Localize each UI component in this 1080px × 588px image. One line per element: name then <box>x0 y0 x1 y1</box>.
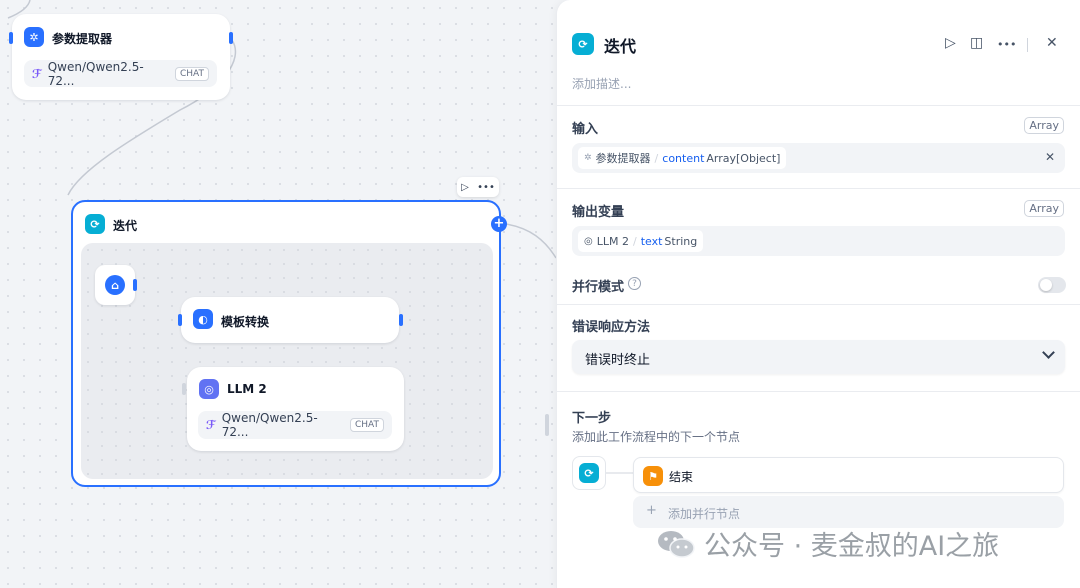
parallel-mode-toggle[interactable] <box>1038 277 1066 293</box>
error-handling-select[interactable]: 错误时终止 <box>572 340 1065 374</box>
panel-title[interactable]: 迭代 <box>604 33 636 57</box>
divider <box>557 391 1080 392</box>
home-icon: ⌂ <box>105 275 125 295</box>
template-node[interactable]: ◐ 模板转换 <box>181 297 399 343</box>
output-type-badge: Array <box>1024 200 1064 217</box>
split-view-icon[interactable]: ◫ <box>970 35 983 51</box>
param-extractor-model: ℱ Qwen/Qwen2.5-72... CHAT <box>24 59 217 88</box>
parallel-mode-label: 并行模式 <box>572 280 625 295</box>
input-variable-field[interactable]: ✲ 参数提取器 / content Array[Object] ✕ <box>572 143 1065 173</box>
iteration-start-node[interactable]: ⌂ <box>95 265 135 305</box>
param-extractor-node[interactable]: ✲ 参数提取器 ℱ Qwen/Qwen2.5-72... CHAT <box>12 14 230 100</box>
close-icon[interactable]: ✕ <box>1045 150 1055 164</box>
template-title: 模板转换 <box>221 315 270 329</box>
next-node-card[interactable]: ⚑ 结束 <box>633 457 1064 493</box>
chat-tag: CHAT <box>349 418 384 432</box>
param-extractor-in-handle[interactable] <box>9 32 13 44</box>
param-extractor-title: 参数提取器 <box>52 32 113 46</box>
help-icon[interactable]: ? <box>628 277 641 290</box>
panel-resize-handle[interactable] <box>545 414 549 436</box>
chat-tag: CHAT <box>174 66 209 81</box>
param-extractor-out-handle[interactable] <box>229 32 233 44</box>
divider <box>1027 38 1028 52</box>
next-step-label: 下一步 <box>572 411 612 426</box>
llm-icon: ◎ <box>199 379 219 399</box>
output-label: 输出变量 <box>572 205 625 220</box>
separator: / <box>654 151 659 165</box>
current-node-icon-box: ⟳ <box>572 456 606 490</box>
separator: / <box>632 234 637 248</box>
iteration-mini-toolbar: ▷ ••• <box>457 177 499 197</box>
next-step-connector <box>606 472 633 474</box>
plus-icon: + <box>646 503 657 518</box>
template-out-handle[interactable] <box>399 314 403 326</box>
more-icon[interactable]: ••• <box>997 38 1016 51</box>
add-parallel-label: 添加并行节点 <box>668 507 741 521</box>
source-node-name: LLM 2 <box>596 234 629 248</box>
divider <box>557 188 1080 189</box>
iteration-icon: ⟳ <box>85 214 105 234</box>
iteration-icon: ⟳ <box>572 33 594 55</box>
param-extractor-icon: ✲ <box>584 153 592 163</box>
model-provider-icon: ℱ <box>206 418 216 432</box>
play-icon[interactable]: ▷ <box>945 35 956 51</box>
llm-in-handle[interactable] <box>182 383 186 395</box>
end-icon: ⚑ <box>643 466 663 486</box>
workflow-canvas[interactable]: ✲ 参数提取器 ℱ Qwen/Qwen2.5-72... CHAT ▷ ••• … <box>0 0 556 588</box>
variable-name: text <box>640 234 663 248</box>
input-label: 输入 <box>572 122 599 137</box>
model-name: Qwen/Qwen2.5-72... <box>221 411 318 439</box>
iteration-icon: ⟳ <box>579 463 599 483</box>
variable-name: content <box>662 151 705 165</box>
output-variable-field[interactable]: ◎ LLM 2 / text String <box>572 226 1065 256</box>
llm-node[interactable]: ◎ LLM 2 ℱ Qwen/Qwen2.5-72... CHAT <box>187 367 404 451</box>
source-node-name: 参数提取器 <box>595 152 651 165</box>
template-icon: ◐ <box>193 309 213 329</box>
model-provider-icon: ℱ <box>32 66 42 81</box>
watermark: 公众号 · 麦金叔的AI之旅 <box>656 524 999 563</box>
llm-icon: ◎ <box>584 235 593 247</box>
error-handling-value: 错误时终止 <box>585 353 651 368</box>
variable-type: Array[Object] <box>706 151 781 165</box>
description-input[interactable]: 添加描述... <box>572 75 631 92</box>
divider <box>557 105 1080 106</box>
start-out-handle[interactable] <box>133 279 137 291</box>
next-node-name: 结束 <box>669 470 694 484</box>
error-handling-label: 错误响应方法 <box>572 320 651 335</box>
input-type-badge: Array <box>1024 117 1064 134</box>
play-icon[interactable]: ▷ <box>461 182 469 193</box>
chevron-down-icon <box>1042 346 1055 359</box>
wechat-icon <box>658 530 695 558</box>
param-extractor-icon: ✲ <box>24 27 44 47</box>
watermark-text: 公众号 · 麦金叔的AI之旅 <box>704 531 1000 562</box>
input-variable-chip: ✲ 参数提取器 / content Array[Object] <box>578 147 787 169</box>
model-name: Qwen/Qwen2.5-72... <box>47 59 144 88</box>
divider <box>557 304 1080 305</box>
variable-type: String <box>664 234 698 248</box>
output-variable-chip: ◎ LLM 2 / text String <box>578 230 704 252</box>
next-step-description: 添加此工作流程中的下一个节点 <box>572 430 741 444</box>
template-in-handle[interactable] <box>178 314 182 326</box>
iteration-title: 迭代 <box>113 219 138 233</box>
more-icon[interactable]: ••• <box>477 182 495 193</box>
iteration-body[interactable]: ⌂ ◐ 模板转换 ◎ LLM 2 ℱ Qwen/Qwen2.5-72... CH… <box>81 243 493 479</box>
iteration-node[interactable]: ⟳ 迭代 ⌂ ◐ 模板转换 ◎ LLM 2 ℱ Qwen/Qwen2.5-72.… <box>71 200 501 487</box>
node-settings-panel: ⟳ 迭代 ▷ ◫ ••• ✕ 添加描述... 输入 Array ✲ 参数提取器 … <box>556 0 1080 588</box>
llm-title: LLM 2 <box>227 382 267 396</box>
close-icon[interactable]: ✕ <box>1046 35 1058 51</box>
add-next-node-button[interactable]: + <box>491 216 507 232</box>
llm-model: ℱ Qwen/Qwen2.5-72... CHAT <box>198 411 392 439</box>
